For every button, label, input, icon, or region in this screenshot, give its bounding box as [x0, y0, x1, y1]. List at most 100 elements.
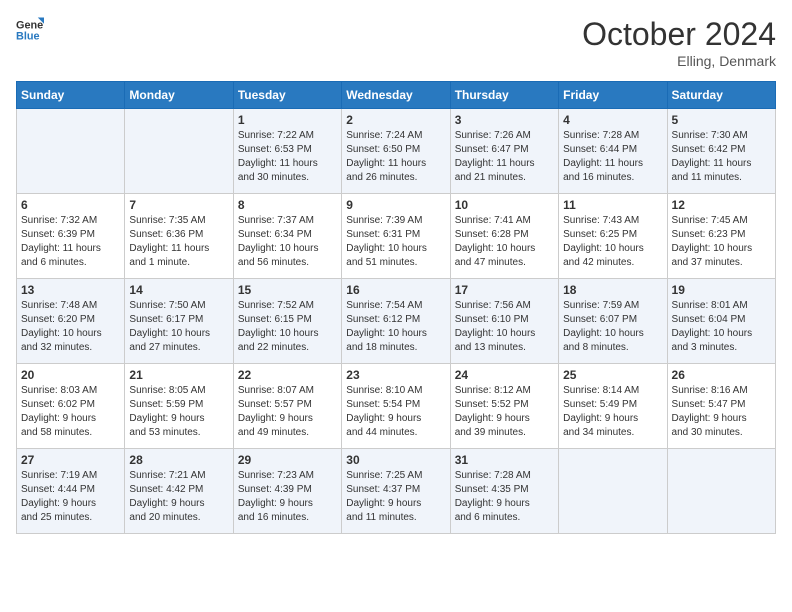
- location-subtitle: Elling, Denmark: [582, 53, 776, 69]
- calendar-cell: 27Sunrise: 7:19 AM Sunset: 4:44 PM Dayli…: [17, 449, 125, 534]
- calendar-week: 1Sunrise: 7:22 AM Sunset: 6:53 PM Daylig…: [17, 109, 776, 194]
- day-info: Sunrise: 8:12 AM Sunset: 5:52 PM Dayligh…: [455, 384, 554, 440]
- day-number: 6: [21, 198, 120, 212]
- calendar-week: 27Sunrise: 7:19 AM Sunset: 4:44 PM Dayli…: [17, 449, 776, 534]
- calendar-cell: 16Sunrise: 7:54 AM Sunset: 6:12 PM Dayli…: [342, 279, 450, 364]
- calendar-cell: [17, 109, 125, 194]
- day-number: 13: [21, 283, 120, 297]
- day-number: 25: [563, 368, 662, 382]
- day-number: 3: [455, 113, 554, 127]
- day-info: Sunrise: 7:39 AM Sunset: 6:31 PM Dayligh…: [346, 214, 445, 270]
- calendar-header: SundayMondayTuesdayWednesdayThursdayFrid…: [17, 82, 776, 109]
- calendar-cell: 29 Sunrise: 7:23 AM Sunset: 4:39 PM Dayli…: [233, 449, 341, 534]
- day-info: Sunrise: 7:21 AM Sunset: 4:42 PM Dayligh…: [129, 469, 228, 525]
- calendar-cell: [667, 449, 775, 534]
- day-info: Sunrise: 7:37 AM Sunset: 6:34 PM Dayligh…: [238, 214, 337, 270]
- day-header: Thursday: [450, 82, 558, 109]
- day-info: Sunrise: 8:05 AM Sunset: 5:59 PM Dayligh…: [129, 384, 228, 440]
- day-number: 22: [238, 368, 337, 382]
- day-info: Sunrise: 7:32 AM Sunset: 6:39 PM Dayligh…: [21, 214, 120, 270]
- day-header: Saturday: [667, 82, 775, 109]
- calendar-cell: 26 Sunrise: 8:16 AM Sunset: 5:47 PM Dayli…: [667, 364, 775, 449]
- day-number: 30: [346, 453, 445, 467]
- calendar-cell: 8 Sunrise: 7:37 AM Sunset: 6:34 PM Daylig…: [233, 194, 341, 279]
- calendar-cell: [125, 109, 233, 194]
- day-info: Sunrise: 7:52 AM Sunset: 6:15 PM Dayligh…: [238, 299, 337, 355]
- calendar-cell: [559, 449, 667, 534]
- calendar-cell: 17Sunrise: 7:56 AM Sunset: 6:10 PM Dayli…: [450, 279, 558, 364]
- calendar-cell: 12 Sunrise: 7:45 AM Sunset: 6:23 PM Dayli…: [667, 194, 775, 279]
- day-info: Sunrise: 7:41 AM Sunset: 6:28 PM Dayligh…: [455, 214, 554, 270]
- day-info: Sunrise: 7:23 AM Sunset: 4:39 PM Dayligh…: [238, 469, 337, 525]
- day-number: 24: [455, 368, 554, 382]
- day-number: 21: [129, 368, 228, 382]
- day-info: Sunrise: 8:10 AM Sunset: 5:54 PM Dayligh…: [346, 384, 445, 440]
- day-header: Tuesday: [233, 82, 341, 109]
- day-info: Sunrise: 7:30 AM Sunset: 6:42 PM Dayligh…: [672, 129, 771, 185]
- day-number: 10: [455, 198, 554, 212]
- calendar-cell: 24 Sunrise: 8:12 AM Sunset: 5:52 PM Dayli…: [450, 364, 558, 449]
- svg-text:Blue: Blue: [16, 30, 40, 42]
- day-number: 12: [672, 198, 771, 212]
- day-info: Sunrise: 7:50 AM Sunset: 6:17 PM Dayligh…: [129, 299, 228, 355]
- calendar-cell: 19 Sunrise: 8:01 AM Sunset: 6:04 PM Dayli…: [667, 279, 775, 364]
- calendar-week: 13 Sunrise: 7:48 AM Sunset: 6:20 PM Dayli…: [17, 279, 776, 364]
- day-info: Sunrise: 8:16 AM Sunset: 5:47 PM Dayligh…: [672, 384, 771, 440]
- day-info: Sunrise: 7:26 AM Sunset: 6:47 PM Dayligh…: [455, 129, 554, 185]
- day-info: Sunrise: 7:19 AM Sunset: 4:44 PM Dayligh…: [21, 469, 120, 525]
- day-number: 28: [129, 453, 228, 467]
- day-info: Sunrise: 7:45 AM Sunset: 6:23 PM Dayligh…: [672, 214, 771, 270]
- day-number: 8: [238, 198, 337, 212]
- calendar-cell: 30 Sunrise: 7:25 AM Sunset: 4:37 PM Dayli…: [342, 449, 450, 534]
- day-info: Sunrise: 7:43 AM Sunset: 6:25 PM Dayligh…: [563, 214, 662, 270]
- calendar-cell: 13 Sunrise: 7:48 AM Sunset: 6:20 PM Dayli…: [17, 279, 125, 364]
- calendar-cell: 5 Sunrise: 7:30 AM Sunset: 6:42 PM Daylig…: [667, 109, 775, 194]
- day-number: 11: [563, 198, 662, 212]
- calendar-cell: 3 Sunrise: 7:26 AM Sunset: 6:47 PM Daylig…: [450, 109, 558, 194]
- calendar-week: 6 Sunrise: 7:32 AM Sunset: 6:39 PM Daylig…: [17, 194, 776, 279]
- logo: General Blue: [16, 16, 44, 44]
- day-number: 17: [455, 283, 554, 297]
- day-number: 29: [238, 453, 337, 467]
- day-number: 31: [455, 453, 554, 467]
- day-number: 16: [346, 283, 445, 297]
- calendar-cell: 31Sunrise: 7:28 AM Sunset: 4:35 PM Dayli…: [450, 449, 558, 534]
- calendar-cell: 28 Sunrise: 7:21 AM Sunset: 4:42 PM Dayli…: [125, 449, 233, 534]
- calendar-cell: 20Sunrise: 8:03 AM Sunset: 6:02 PM Dayli…: [17, 364, 125, 449]
- day-number: 15: [238, 283, 337, 297]
- calendar-cell: 14 Sunrise: 7:50 AM Sunset: 6:17 PM Dayli…: [125, 279, 233, 364]
- calendar-cell: 25 Sunrise: 8:14 AM Sunset: 5:49 PM Dayli…: [559, 364, 667, 449]
- day-info: Sunrise: 8:01 AM Sunset: 6:04 PM Dayligh…: [672, 299, 771, 355]
- day-number: 14: [129, 283, 228, 297]
- day-number: 4: [563, 113, 662, 127]
- day-header: Sunday: [17, 82, 125, 109]
- calendar-week: 20Sunrise: 8:03 AM Sunset: 6:02 PM Dayli…: [17, 364, 776, 449]
- day-number: 19: [672, 283, 771, 297]
- day-header: Wednesday: [342, 82, 450, 109]
- calendar-cell: 23 Sunrise: 8:10 AM Sunset: 5:54 PM Dayli…: [342, 364, 450, 449]
- day-info: Sunrise: 7:35 AM Sunset: 6:36 PM Dayligh…: [129, 214, 228, 270]
- calendar-cell: 11 Sunrise: 7:43 AM Sunset: 6:25 PM Dayli…: [559, 194, 667, 279]
- day-number: 26: [672, 368, 771, 382]
- title-block: October 2024 Elling, Denmark: [582, 16, 776, 69]
- day-number: 7: [129, 198, 228, 212]
- calendar-cell: 9Sunrise: 7:39 AM Sunset: 6:31 PM Daylig…: [342, 194, 450, 279]
- day-info: Sunrise: 7:25 AM Sunset: 4:37 PM Dayligh…: [346, 469, 445, 525]
- calendar-cell: 1Sunrise: 7:22 AM Sunset: 6:53 PM Daylig…: [233, 109, 341, 194]
- calendar-table: SundayMondayTuesdayWednesdayThursdayFrid…: [16, 81, 776, 534]
- calendar-cell: 18 Sunrise: 7:59 AM Sunset: 6:07 PM Dayli…: [559, 279, 667, 364]
- calendar-cell: 7 Sunrise: 7:35 AM Sunset: 6:36 PM Daylig…: [125, 194, 233, 279]
- calendar-cell: 6 Sunrise: 7:32 AM Sunset: 6:39 PM Daylig…: [17, 194, 125, 279]
- month-title: October 2024: [582, 16, 776, 53]
- day-info: Sunrise: 7:48 AM Sunset: 6:20 PM Dayligh…: [21, 299, 120, 355]
- day-info: Sunrise: 7:24 AM Sunset: 6:50 PM Dayligh…: [346, 129, 445, 185]
- day-number: 5: [672, 113, 771, 127]
- day-number: 20: [21, 368, 120, 382]
- calendar-cell: 21 Sunrise: 8:05 AM Sunset: 5:59 PM Dayli…: [125, 364, 233, 449]
- page-header: General Blue October 2024 Elling, Denmar…: [16, 16, 776, 69]
- day-number: 23: [346, 368, 445, 382]
- day-info: Sunrise: 8:14 AM Sunset: 5:49 PM Dayligh…: [563, 384, 662, 440]
- day-info: Sunrise: 7:59 AM Sunset: 6:07 PM Dayligh…: [563, 299, 662, 355]
- day-number: 18: [563, 283, 662, 297]
- calendar-cell: 2Sunrise: 7:24 AM Sunset: 6:50 PM Daylig…: [342, 109, 450, 194]
